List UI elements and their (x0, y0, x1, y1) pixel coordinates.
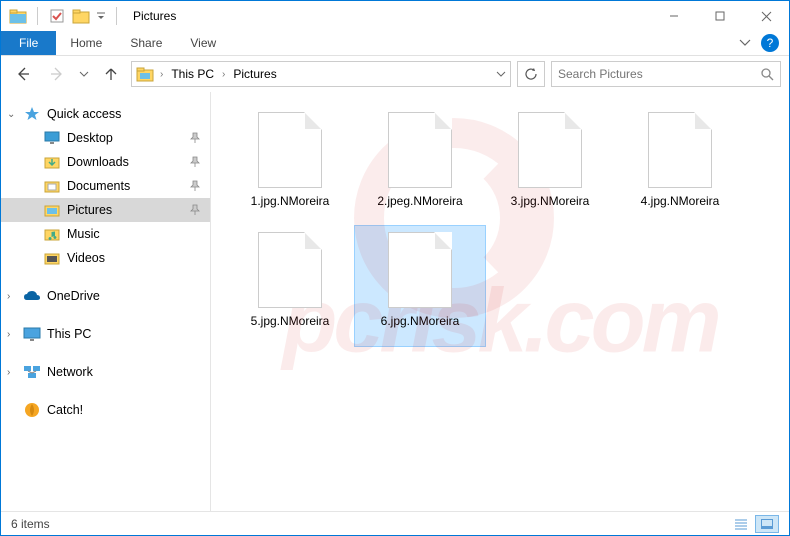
sidebar-item-label: Catch! (47, 403, 83, 417)
ribbon: File Home Share View ? (1, 31, 789, 56)
chevron-right-icon[interactable]: › (220, 69, 227, 80)
sidebar-item-label: Videos (67, 251, 105, 265)
sidebar-item-label: Music (67, 227, 100, 241)
chevron-right-icon[interactable]: › (7, 329, 10, 340)
details-view-button[interactable] (729, 515, 753, 533)
pin-icon (190, 204, 200, 216)
pin-icon (190, 180, 200, 192)
sidebar-item-documents[interactable]: Documents (1, 174, 210, 198)
file-name-label: 5.jpg.NMoreira (251, 314, 330, 328)
pin-icon (190, 132, 200, 144)
qat-dropdown-icon[interactable] (70, 5, 92, 27)
sidebar-item-label: Pictures (67, 203, 112, 217)
sidebar-this-pc[interactable]: › This PC (1, 322, 210, 346)
onedrive-icon (23, 287, 41, 305)
tab-home[interactable]: Home (56, 31, 116, 55)
minimize-button[interactable] (651, 1, 697, 31)
explorer-icon (7, 5, 29, 27)
help-icon[interactable]: ? (761, 34, 779, 52)
file-icon (385, 112, 455, 188)
music-icon (43, 225, 61, 243)
file-icon (385, 232, 455, 308)
address-bar[interactable]: › This PC › Pictures (131, 61, 511, 87)
file-item[interactable]: 3.jpg.NMoreira (485, 106, 615, 226)
back-button[interactable] (9, 62, 37, 86)
chevron-right-icon[interactable]: › (7, 291, 10, 302)
tab-share[interactable]: Share (116, 31, 176, 55)
file-item[interactable]: 5.jpg.NMoreira (225, 226, 355, 346)
pictures-icon (43, 201, 61, 219)
sidebar-item-label: Documents (67, 179, 130, 193)
file-name-label: 1.jpg.NMoreira (251, 194, 330, 208)
window-title: Pictures (133, 9, 176, 23)
breadcrumb-current[interactable]: Pictures (231, 67, 278, 81)
file-item[interactable]: 4.jpg.NMoreira (615, 106, 745, 226)
pin-icon (190, 156, 200, 168)
file-icon (255, 112, 325, 188)
desktop-icon (43, 129, 61, 147)
search-icon[interactable] (760, 67, 774, 81)
sidebar-item-music[interactable]: Music (1, 222, 210, 246)
chevron-right-icon[interactable]: › (158, 69, 165, 80)
close-button[interactable] (743, 1, 789, 31)
explorer-window: Pictures File Home Share View ? › This P… (0, 0, 790, 536)
recent-dropdown-icon[interactable] (77, 62, 91, 86)
search-box[interactable] (551, 61, 781, 87)
navigation-bar: › This PC › Pictures (1, 56, 789, 92)
chevron-right-icon[interactable]: › (7, 367, 10, 378)
file-name-label: 4.jpg.NMoreira (641, 194, 720, 208)
ribbon-expand-icon[interactable] (739, 39, 751, 47)
videos-icon (43, 249, 61, 267)
location-folder-icon (136, 65, 154, 83)
sidebar-item-label: Quick access (47, 107, 121, 121)
sidebar-item-label: This PC (47, 327, 91, 341)
sidebar-item-label: Downloads (67, 155, 129, 169)
this-pc-icon (23, 325, 41, 343)
file-tab[interactable]: File (1, 31, 56, 55)
sidebar-item-videos[interactable]: Videos (1, 246, 210, 270)
address-dropdown-icon[interactable] (496, 71, 506, 77)
sidebar-onedrive[interactable]: › OneDrive (1, 284, 210, 308)
search-input[interactable] (558, 67, 760, 81)
file-icon (645, 112, 715, 188)
file-list-pane[interactable]: pcrisk.com 1.jpg.NMoreira 2.jpeg.NMoreir… (211, 92, 789, 511)
sidebar-item-downloads[interactable]: Downloads (1, 150, 210, 174)
star-icon (23, 105, 41, 123)
breadcrumb-this-pc[interactable]: This PC (169, 67, 216, 81)
sidebar-item-desktop[interactable]: Desktop (1, 126, 210, 150)
forward-button[interactable] (43, 62, 71, 86)
thumbnails-view-button[interactable] (755, 515, 779, 533)
network-icon (23, 363, 41, 381)
file-icon (255, 232, 325, 308)
file-item[interactable]: 6.jpg.NMoreira (355, 226, 485, 346)
refresh-button[interactable] (517, 61, 545, 87)
chevron-down-icon[interactable]: ⌄ (7, 109, 15, 120)
documents-icon (43, 177, 61, 195)
status-item-count: 6 items (11, 517, 50, 531)
file-name-label: 2.jpeg.NMoreira (377, 194, 462, 208)
qat-properties-icon[interactable] (46, 5, 68, 27)
tab-view[interactable]: View (176, 31, 230, 55)
navigation-pane: ⌄ Quick access Desktop Downloads Documen… (1, 92, 211, 511)
up-button[interactable] (97, 62, 125, 86)
sidebar-item-label: Network (47, 365, 93, 379)
file-name-label: 6.jpg.NMoreira (381, 314, 460, 328)
sidebar-quick-access[interactable]: ⌄ Quick access (1, 102, 210, 126)
sidebar-item-pictures[interactable]: Pictures (1, 198, 210, 222)
sidebar-item-label: Desktop (67, 131, 113, 145)
downloads-icon (43, 153, 61, 171)
file-icon (515, 112, 585, 188)
catch-icon (23, 401, 41, 419)
file-item[interactable]: 2.jpeg.NMoreira (355, 106, 485, 226)
title-bar: Pictures (1, 1, 789, 31)
qat-overflow-icon[interactable] (94, 5, 108, 27)
sidebar-network[interactable]: › Network (1, 360, 210, 384)
sidebar-catch[interactable]: Catch! (1, 398, 210, 422)
file-item[interactable]: 1.jpg.NMoreira (225, 106, 355, 226)
status-bar: 6 items (1, 511, 789, 535)
file-name-label: 3.jpg.NMoreira (511, 194, 590, 208)
maximize-button[interactable] (697, 1, 743, 31)
sidebar-item-label: OneDrive (47, 289, 100, 303)
